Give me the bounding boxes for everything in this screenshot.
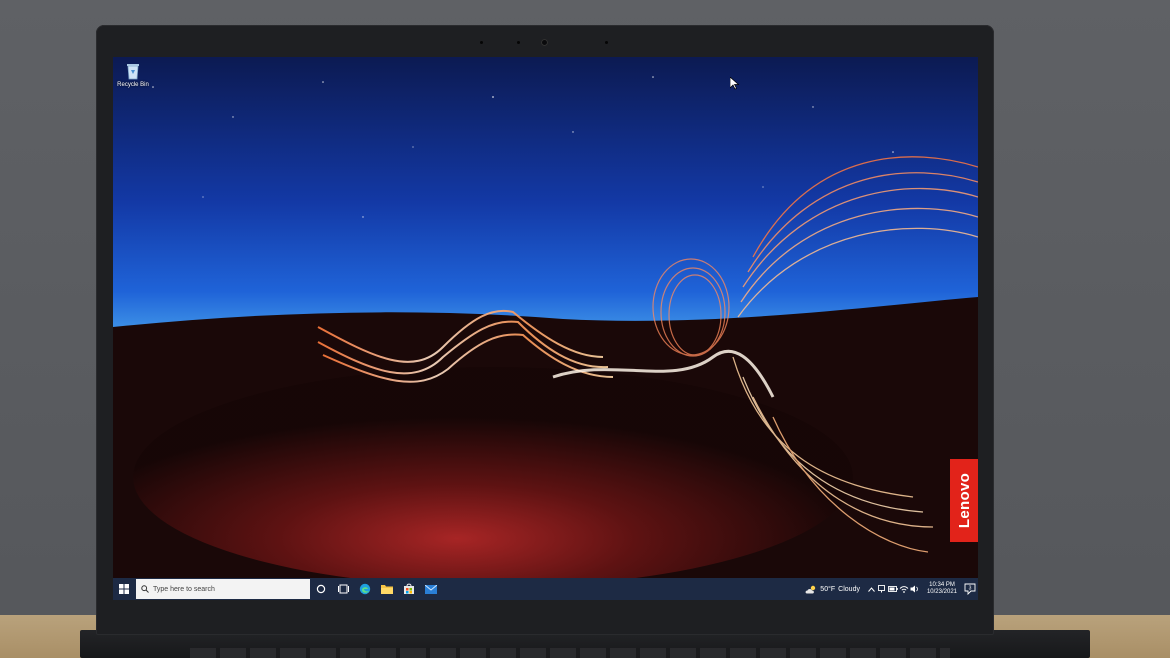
sensor-dot xyxy=(605,41,608,44)
wifi-tray-button[interactable] xyxy=(899,578,910,600)
taskbar-search-box[interactable]: Type here to search xyxy=(136,579,310,599)
file-explorer-icon xyxy=(381,585,393,594)
cortana-button[interactable] xyxy=(310,578,332,600)
battery-icon xyxy=(888,586,899,592)
network-tray-button[interactable] xyxy=(877,578,888,600)
taskbar: Type here to search 50°F Cloudy 10:34 PM… xyxy=(113,578,978,600)
mail-icon xyxy=(425,584,437,594)
chevron-up-icon xyxy=(868,586,875,592)
volume-icon xyxy=(910,585,919,593)
sensor-dot xyxy=(480,41,483,44)
weather-condition: Cloudy xyxy=(838,585,860,593)
taskbar-store[interactable] xyxy=(398,578,420,600)
weather-temperature: 50°F xyxy=(820,585,836,593)
cortana-icon xyxy=(316,584,326,594)
weather-widget[interactable]: 50°F Cloudy xyxy=(805,585,860,594)
clock-time: 10:34 PM xyxy=(929,582,955,588)
volume-tray-button[interactable] xyxy=(910,578,921,600)
webcam xyxy=(541,39,548,46)
wifi-icon xyxy=(900,586,909,593)
desktop-icon-recycle-bin[interactable]: Recycle Bin xyxy=(115,61,151,89)
recycle-bin-icon xyxy=(127,64,139,80)
taskbar-clock[interactable]: 10:34 PM 10/23/2021 xyxy=(927,582,957,596)
notification-icon: 3 xyxy=(964,583,976,595)
desktop-wallpaper xyxy=(113,57,978,578)
taskbar-edge[interactable] xyxy=(354,578,376,600)
network-icon xyxy=(878,585,885,593)
taskbar-file-explorer[interactable] xyxy=(376,578,398,600)
sensor-dot xyxy=(517,41,520,44)
cloud-sun-icon xyxy=(805,585,816,593)
desktop-icon-label: Recycle Bin xyxy=(117,82,149,88)
action-center-button[interactable]: 3 xyxy=(962,578,978,600)
lenovo-logo: Lenovo xyxy=(950,459,978,542)
task-view-button[interactable] xyxy=(332,578,354,600)
keyboard-edge xyxy=(190,648,950,658)
laptop-screen: Recycle Bin Lenovo Type here to search 5… xyxy=(113,57,978,600)
clock-date: 10/23/2021 xyxy=(926,589,957,595)
windows-start-icon xyxy=(119,584,129,594)
system-tray: 50°F Cloudy 10:34 PM 10/23/2021 3 xyxy=(805,578,978,600)
start-button[interactable] xyxy=(113,578,135,600)
show-hidden-icons-button[interactable] xyxy=(866,578,877,600)
edge-icon xyxy=(359,583,371,595)
task-view-icon xyxy=(337,584,349,594)
store-icon xyxy=(404,583,414,594)
search-icon xyxy=(141,585,149,593)
mouse-cursor-icon xyxy=(730,77,739,90)
taskbar-mail[interactable] xyxy=(420,578,442,600)
search-placeholder: Type here to search xyxy=(153,585,215,593)
battery-tray-button[interactable] xyxy=(888,578,899,600)
notification-count: 3 xyxy=(969,586,972,592)
brand-text: Lenovo xyxy=(956,472,974,529)
